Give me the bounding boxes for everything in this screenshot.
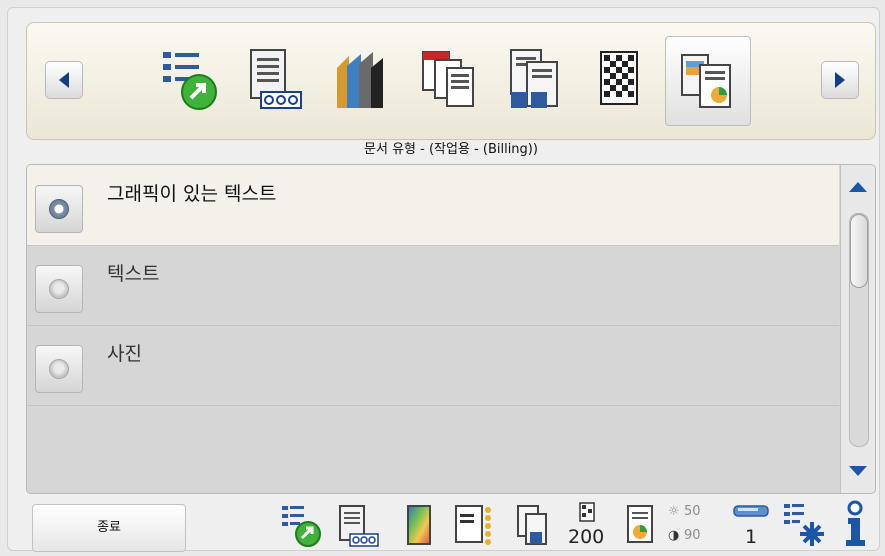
radio-button[interactable] <box>35 265 83 313</box>
chevron-left-icon <box>59 72 69 88</box>
document-numbering-icon <box>339 505 379 547</box>
file-type-tool[interactable] <box>407 36 491 124</box>
finish-button[interactable]: 종료 <box>32 504 186 552</box>
count-value: 1 <box>745 526 758 548</box>
status-file-type[interactable] <box>452 500 502 556</box>
resolution-icon <box>579 502 595 522</box>
option-photo[interactable]: 사진 <box>27 325 839 406</box>
app-frame: 문서 유형 - (작업용 - (Billing)) 그래픽이 있는 텍스트 텍스… <box>7 7 880 552</box>
scrollbar[interactable] <box>840 165 875 493</box>
color-gradient-icon <box>407 505 431 545</box>
option-text-with-graphics[interactable]: 그래픽이 있는 텍스트 <box>27 165 839 246</box>
status-advanced-settings[interactable] <box>782 500 826 556</box>
brightness-icon: ☼ <box>668 504 680 519</box>
status-color-mode[interactable] <box>400 500 440 556</box>
option-label: 그래픽이 있는 텍스트 <box>107 183 277 205</box>
status-count[interactable]: 1 <box>730 500 772 556</box>
chevron-right-icon <box>835 72 845 88</box>
feeder-icon <box>733 505 769 517</box>
scroll-track[interactable] <box>849 213 869 447</box>
document-numbering-tool[interactable] <box>235 36 319 124</box>
advanced-settings-icon <box>784 504 824 546</box>
toolbar-next-button[interactable] <box>821 61 859 99</box>
info-icon <box>846 500 865 546</box>
color-stack-tool[interactable] <box>321 36 405 124</box>
document-type-icon <box>627 505 653 543</box>
arrow-down-icon <box>849 466 867 476</box>
document-type-header: 문서 유형 - (작업용 - (Billing)) <box>364 142 538 157</box>
scroll-up-button[interactable] <box>841 169 875 205</box>
radio-selected-icon <box>49 199 69 219</box>
option-label: 사진 <box>107 343 142 365</box>
status-resolution[interactable]: 200 <box>566 500 608 556</box>
document-numbering-icon <box>250 49 302 109</box>
option-text[interactable]: 텍스트 <box>27 245 839 326</box>
contrast-icon: ◑ <box>668 528 680 543</box>
resolution-value: 200 <box>568 526 605 548</box>
document-type-options: 그래픽이 있는 텍스트 텍스트 사진 <box>26 164 876 494</box>
settings-shortcut-tool[interactable] <box>149 36 233 124</box>
document-type-icon <box>681 54 731 108</box>
color-stack-icon <box>337 52 383 108</box>
toolbar-prev-button[interactable] <box>45 61 83 99</box>
status-brightness-contrast[interactable]: ☼ 50 ◑ 90 <box>664 500 720 556</box>
information-button[interactable] <box>838 500 872 556</box>
status-settings-shortcut[interactable] <box>280 500 328 556</box>
radio-unselected-icon <box>49 279 69 299</box>
settings-shortcut-icon <box>163 52 217 110</box>
radio-unselected-icon <box>49 359 69 379</box>
multipage-document-icon <box>517 505 547 545</box>
multipage-document-icon <box>510 49 558 108</box>
status-document-type[interactable] <box>622 500 658 556</box>
multipage-document-tool[interactable] <box>493 36 577 124</box>
document-type-tool[interactable] <box>665 36 751 126</box>
status-document-numbering[interactable] <box>334 500 384 556</box>
option-label: 텍스트 <box>107 263 160 285</box>
jpg-file-icon <box>455 505 491 545</box>
brightness-value: 50 <box>684 504 701 519</box>
scroll-thumb[interactable] <box>850 214 868 288</box>
radio-button[interactable] <box>35 345 83 393</box>
radio-button[interactable] <box>35 185 83 233</box>
scroll-down-button[interactable] <box>841 453 875 489</box>
contrast-value: 90 <box>684 528 701 543</box>
file-type-icon <box>422 51 474 107</box>
settings-shortcut-icon <box>282 506 321 547</box>
arrow-up-icon <box>849 182 867 192</box>
barcode-tool[interactable] <box>579 36 663 124</box>
status-multipage[interactable] <box>514 500 554 556</box>
barcode-icon <box>600 51 638 105</box>
settings-toolbar <box>26 22 876 140</box>
